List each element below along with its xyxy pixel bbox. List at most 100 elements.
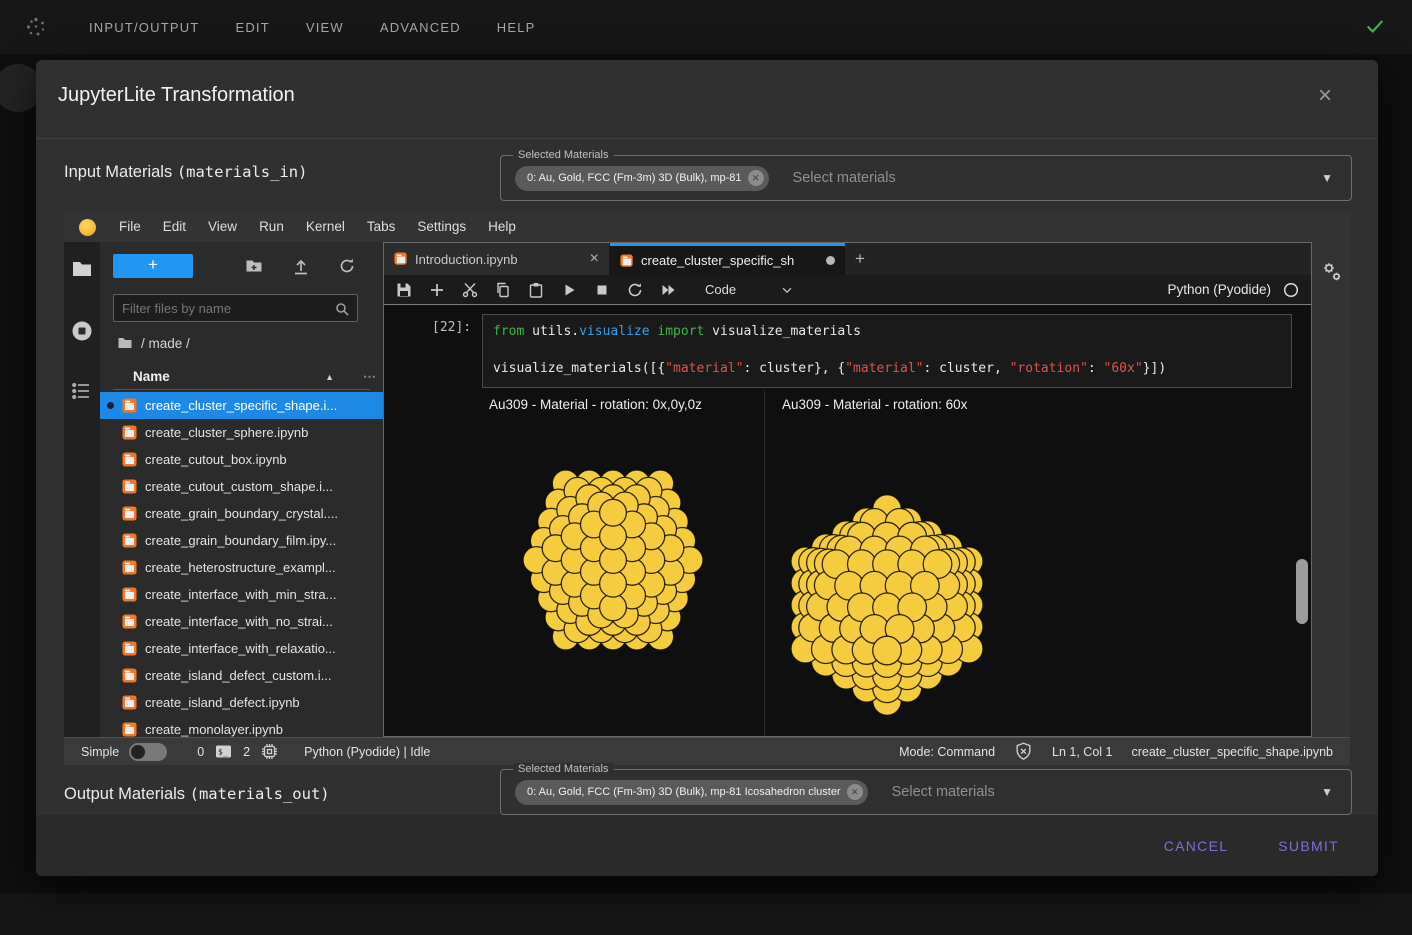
upload-button[interactable]: [292, 257, 310, 275]
menu-item-help[interactable]: Help: [477, 212, 527, 242]
paste-button[interactable]: [528, 282, 544, 298]
file-name: create_cutout_box.ipynb: [145, 452, 287, 467]
terminals-count: 0: [197, 745, 204, 759]
tab-introduction[interactable]: Introduction.ipynb ×: [384, 243, 610, 275]
file-row[interactable]: create_grain_boundary_film.ipy...: [100, 527, 383, 554]
app-menu-edit[interactable]: EDIT: [222, 12, 282, 43]
simple-mode-toggle[interactable]: [129, 743, 167, 761]
file-row[interactable]: create_grain_boundary_crystal....: [100, 500, 383, 527]
filter-files-input[interactable]: [114, 295, 324, 321]
app-menu-help[interactable]: HELP: [484, 12, 549, 43]
restart-kernel-button[interactable]: [627, 282, 643, 298]
menu-item-view[interactable]: View: [197, 212, 248, 242]
breadcrumb[interactable]: / made /: [117, 332, 190, 354]
run-all-button[interactable]: [660, 282, 676, 298]
file-row[interactable]: create_cluster_sphere.ipynb: [100, 419, 383, 446]
atom: [600, 594, 627, 621]
notebook-icon: [122, 398, 137, 413]
fieldset-label: Selected Materials: [513, 149, 614, 161]
new-tab-button[interactable]: +: [845, 243, 875, 275]
code-token: from: [493, 324, 524, 339]
cut-button[interactable]: [462, 282, 478, 298]
jupyter-body: +: [64, 242, 1350, 737]
menu-item-run[interactable]: Run: [248, 212, 295, 242]
cell-type-dropdown[interactable]: Code: [705, 282, 794, 297]
kernel-chip-icon: [261, 743, 278, 760]
file-name: create_grain_boundary_film.ipy...: [145, 533, 336, 548]
file-row[interactable]: create_island_defect_custom.i...: [100, 662, 383, 689]
cursor-position[interactable]: Ln 1, Col 1: [1052, 745, 1112, 759]
sessions-indicator[interactable]: 0 $_ 2: [197, 743, 278, 760]
code-cell[interactable]: from utils.visualize import visualize_ma…: [482, 314, 1292, 388]
notebook-icon: [122, 614, 137, 629]
new-launcher-button[interactable]: +: [113, 254, 193, 278]
file-row[interactable]: create_island_defect.ipynb: [100, 689, 383, 716]
page-bottom-strip: [0, 893, 1412, 935]
file-list-header[interactable]: Name ▲ ⋯: [113, 364, 370, 390]
kernel-selector[interactable]: Python (Pyodide): [1167, 282, 1299, 298]
run-button[interactable]: [561, 282, 577, 298]
material-chip[interactable]: 0: Au, Gold, FCC (Fm-3m) 3D (Bulk), mp-8…: [515, 780, 868, 805]
notebook-icon: [122, 479, 137, 494]
menu-item-edit[interactable]: Edit: [152, 212, 197, 242]
file-name: create_heterostructure_exampl...: [145, 560, 336, 575]
material-chip[interactable]: 0: Au, Gold, FCC (Fm-3m) 3D (Bulk), mp-8…: [515, 166, 769, 191]
file-row[interactable]: create_interface_with_no_strai...: [100, 608, 383, 635]
output-materials-select[interactable]: Selected Materials 0: Au, Gold, FCC (Fm-…: [500, 769, 1352, 815]
file-row[interactable]: create_cluster_specific_shape.i...: [100, 392, 383, 419]
file-name: create_cluster_sphere.ipynb: [145, 425, 308, 440]
code-line: visualize_materials([{"material": cluste…: [493, 360, 1281, 379]
app-menu-view[interactable]: VIEW: [293, 12, 357, 43]
copy-button[interactable]: [495, 282, 511, 298]
refresh-button[interactable]: [338, 257, 356, 275]
chip-remove-icon[interactable]: ×: [748, 170, 764, 186]
insert-cell-button[interactable]: [429, 282, 445, 298]
header-menu-icon[interactable]: ⋯: [363, 369, 376, 385]
submit-button[interactable]: SUBMIT: [1270, 830, 1347, 862]
file-row[interactable]: create_interface_with_relaxatio...: [100, 635, 383, 662]
settings-gears-button[interactable]: [1320, 260, 1344, 284]
shield-icon[interactable]: [1014, 742, 1033, 761]
cancel-button[interactable]: CANCEL: [1156, 830, 1237, 862]
scrollbar-thumb[interactable]: [1296, 559, 1308, 624]
code-line: from utils.visualize import visualize_ma…: [493, 323, 1281, 342]
material-chip-label: 0: Au, Gold, FCC (Fm-3m) 3D (Bulk), mp-8…: [527, 786, 841, 798]
code-token: "rotation": [1010, 361, 1088, 376]
menu-item-settings[interactable]: Settings: [406, 212, 477, 242]
menu-item-file[interactable]: File: [108, 212, 152, 242]
file-name: create_interface_with_min_stra...: [145, 587, 336, 602]
dropdown-arrow-icon: ▼: [1321, 785, 1333, 799]
app-menu-advanced[interactable]: ADVANCED: [367, 12, 474, 43]
tab-close-icon[interactable]: ×: [590, 250, 599, 268]
file-row[interactable]: create_heterostructure_exampl...: [100, 554, 383, 581]
stop-button[interactable]: [594, 282, 610, 298]
file-row[interactable]: create_cutout_box.ipynb: [100, 446, 383, 473]
menu-item-tabs[interactable]: Tabs: [356, 212, 407, 242]
save-button[interactable]: [396, 282, 412, 298]
menu-item-kernel[interactable]: Kernel: [295, 212, 356, 242]
materials-in-code: (materials_in): [177, 163, 308, 181]
file-name: create_interface_with_no_strai...: [145, 614, 333, 629]
material-chip-label: 0: Au, Gold, FCC (Fm-3m) 3D (Bulk), mp-8…: [527, 172, 742, 184]
file-name: create_interface_with_relaxatio...: [145, 641, 336, 656]
app-menu-input-output[interactable]: INPUT/OUTPUT: [76, 12, 212, 43]
dialog-close-button[interactable]: ×: [1310, 82, 1340, 112]
file-row[interactable]: create_monolayer.ipynb: [100, 716, 383, 737]
kernel-state[interactable]: Python (Pyodide) | Idle: [304, 745, 430, 759]
input-materials-select[interactable]: Selected Materials 0: Au, Gold, FCC (Fm-…: [500, 155, 1352, 201]
approve-check-icon[interactable]: [1364, 15, 1386, 37]
sidebar-tab-files[interactable]: [71, 258, 93, 280]
app-logo-icon[interactable]: [24, 15, 48, 39]
chevron-down-icon: [780, 283, 794, 297]
sidebar-tab-running[interactable]: [71, 320, 93, 342]
file-list: create_cluster_specific_shape.i...create…: [100, 392, 383, 737]
tab-create-cluster[interactable]: create_cluster_specific_sh: [610, 243, 845, 275]
file-row[interactable]: create_interface_with_min_stra...: [100, 581, 383, 608]
status-bar: Simple 0 $_ 2: [64, 737, 1350, 765]
sidebar-tab-toc[interactable]: [71, 380, 93, 402]
notebook-icon: [122, 452, 137, 467]
chip-remove-icon[interactable]: ×: [847, 784, 863, 800]
file-row[interactable]: create_cutout_custom_shape.i...: [100, 473, 383, 500]
atom: [600, 570, 627, 597]
new-folder-button[interactable]: [245, 257, 263, 275]
